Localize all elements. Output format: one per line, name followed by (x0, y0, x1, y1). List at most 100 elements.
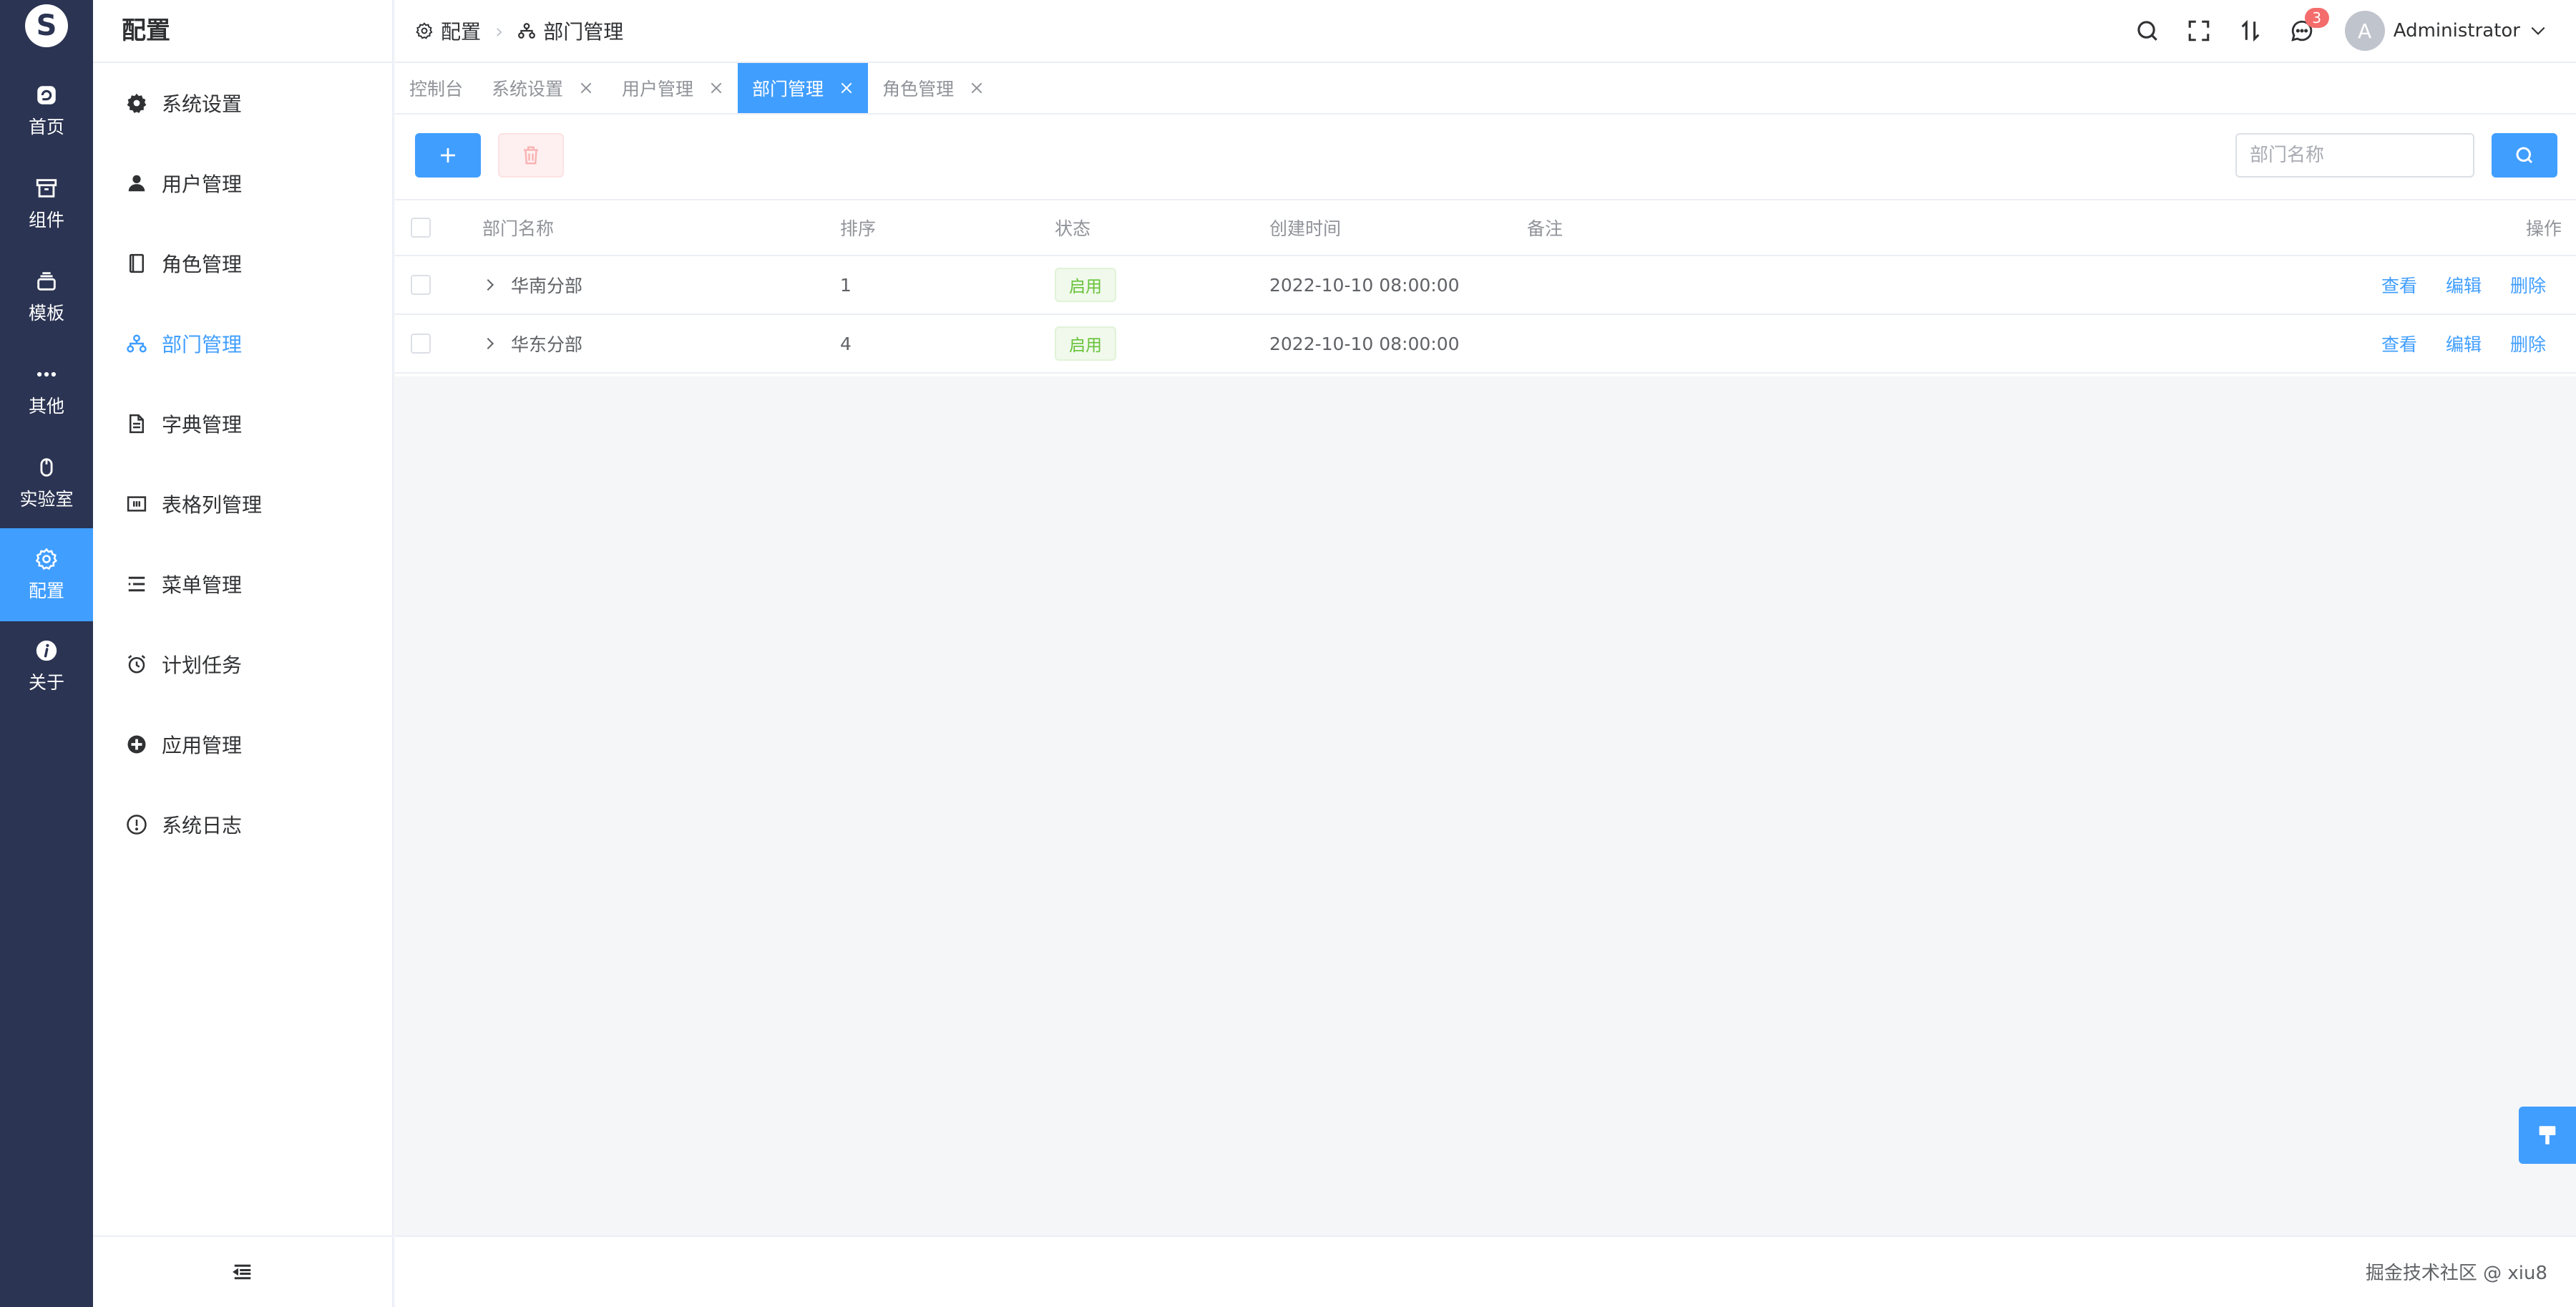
menu-item-label: 系统设置 (162, 92, 243, 116)
column-header-sort[interactable]: 排序 (840, 200, 876, 255)
menu-item-menus[interactable]: 菜单管理 (93, 555, 392, 613)
menu-item-departments[interactable]: 部门管理 (93, 315, 392, 372)
view-button[interactable]: 查看 (2381, 272, 2417, 298)
tab-users[interactable]: 用户管理 (608, 63, 738, 113)
rail-item-label: 关于 (28, 672, 64, 693)
view-button[interactable]: 查看 (2381, 331, 2417, 356)
close-icon[interactable] (579, 81, 593, 95)
plus-icon (441, 148, 455, 162)
rail-item-about[interactable]: 关于 (0, 620, 93, 713)
menu-item-label: 应用管理 (162, 734, 243, 757)
global-search-button[interactable] (2133, 16, 2162, 45)
department-name: 华东分部 (511, 334, 583, 355)
chevron-down-icon[interactable] (2529, 21, 2547, 40)
box-icon (36, 179, 57, 198)
delete-department-button[interactable] (498, 133, 564, 178)
menu-item-users[interactable]: 用户管理 (93, 155, 392, 212)
menu-item-applications[interactable]: 应用管理 (93, 716, 392, 773)
chevron-right-icon[interactable] (482, 277, 498, 293)
rail-item-label: 首页 (28, 117, 64, 137)
tab-dashboard[interactable]: 控制台 (395, 63, 477, 113)
tab-roles[interactable]: 角色管理 (868, 63, 998, 113)
edit-button[interactable]: 编辑 (2446, 272, 2482, 298)
delete-button[interactable]: 删除 (2510, 272, 2546, 298)
fullscreen-button[interactable] (2185, 16, 2213, 45)
chevron-right-icon[interactable] (482, 336, 498, 351)
department-name-search-input[interactable] (2235, 133, 2474, 178)
department-sort: 1 (840, 274, 852, 296)
rail-item-label: 组件 (28, 210, 64, 230)
select-all-checkbox[interactable] (411, 218, 431, 238)
alarm-clock-icon (127, 655, 146, 674)
table-header-row: 部门名称 排序 状态 创建时间 备注 操作 (395, 199, 2576, 256)
column-header-created[interactable]: 创建时间 (1269, 200, 1341, 255)
department-name: 华南分部 (511, 276, 583, 296)
menu-list-icon (128, 576, 145, 592)
tab-label: 角色管理 (882, 79, 955, 99)
menu-item-dictionary[interactable]: 字典管理 (93, 395, 392, 452)
breadcrumb: 配置 › 部门管理 (415, 0, 623, 62)
column-header-actions: 操作 (2526, 218, 2562, 239)
delete-button[interactable]: 删除 (2510, 331, 2546, 356)
status-badge: 启用 (1055, 268, 1116, 302)
layers-icon (37, 272, 56, 291)
row-checkbox[interactable] (411, 275, 431, 295)
gear-icon (127, 93, 147, 113)
primary-nav-rail: S 首页 组件 模板 其他 实验室 配置 关于 (0, 0, 93, 1307)
rail-item-lab[interactable]: 实验室 (0, 437, 93, 530)
rail-item-other[interactable]: 其他 (0, 344, 93, 437)
status-badge: 启用 (1055, 326, 1116, 361)
menu-item-label: 表格列管理 (162, 493, 263, 517)
menu-item-system-settings[interactable]: 系统设置 (93, 74, 392, 132)
tab-departments[interactable]: 部门管理 (738, 63, 869, 113)
menu-item-roles[interactable]: 角色管理 (93, 235, 392, 292)
page-tabs: 控制台 系统设置 用户管理 部门管理 角色管理 (395, 63, 2576, 115)
menu-item-label: 系统日志 (162, 814, 243, 837)
table-row: 华南分部 1 启用 2022-10-10 08:00:00 查看 编辑 删除 (395, 256, 2576, 315)
row-checkbox[interactable] (411, 334, 431, 354)
sort-switch-button[interactable] (2236, 16, 2265, 45)
menu-item-table-columns[interactable]: 表格列管理 (93, 475, 392, 533)
column-header-remark[interactable]: 备注 (1527, 200, 1563, 255)
table-row: 华东分部 4 启用 2022-10-10 08:00:00 查看 编辑 删除 (395, 315, 2576, 374)
menu-item-label: 菜单管理 (162, 573, 243, 597)
username[interactable]: Administrator (2394, 20, 2520, 42)
rail-item-label: 实验室 (19, 489, 74, 510)
column-header-name[interactable]: 部门名称 (482, 200, 554, 255)
collapse-menu-icon (233, 1264, 251, 1280)
messages-button[interactable]: 3 (2288, 8, 2329, 45)
app-logo[interactable]: S (25, 4, 68, 47)
breadcrumb-item: 部门管理 (543, 20, 624, 44)
breadcrumb-item[interactable]: 配置 (441, 16, 481, 45)
department-sort: 4 (840, 333, 852, 354)
menu-item-scheduled-tasks[interactable]: 计划任务 (93, 636, 392, 693)
rail-item-config[interactable]: 配置 (0, 528, 93, 621)
rail-item-components[interactable]: 组件 (0, 157, 93, 251)
close-icon[interactable] (970, 81, 984, 95)
home-icon (37, 86, 56, 105)
tab-label: 用户管理 (622, 79, 694, 99)
column-header-status[interactable]: 状态 (1055, 200, 1091, 255)
search-button[interactable] (2492, 133, 2557, 178)
collapse-menu-button[interactable] (93, 1235, 392, 1307)
close-icon[interactable] (709, 81, 723, 95)
theme-settings-button[interactable] (2519, 1107, 2576, 1164)
app-icon (127, 735, 146, 754)
secondary-menu: 配置 系统设置 用户管理 角色管理 部门管理 字典管理 表格列管理 菜单管理 计… (93, 0, 394, 1307)
add-department-button[interactable] (415, 133, 481, 178)
menu-item-system-logs[interactable]: 系统日志 (93, 796, 392, 853)
rail-item-label: 模板 (28, 303, 64, 324)
edit-button[interactable]: 编辑 (2446, 331, 2482, 356)
rail-item-home[interactable]: 首页 (0, 64, 93, 157)
close-icon[interactable] (839, 81, 854, 95)
tab-label: 控制台 (409, 79, 464, 99)
columns-icon (127, 496, 147, 512)
menu-item-label: 用户管理 (162, 173, 243, 196)
rail-item-templates[interactable]: 模板 (0, 251, 93, 344)
department-created: 2022-10-10 08:00:00 (1269, 333, 1460, 354)
avatar[interactable]: A (2344, 11, 2385, 51)
trash-icon (524, 146, 538, 165)
warning-circle-icon (127, 815, 147, 835)
department-table: 部门名称 排序 状态 创建时间 备注 操作 华南分部 1 启用 2022-10-… (395, 199, 2576, 374)
tab-system-settings[interactable]: 系统设置 (477, 63, 608, 113)
